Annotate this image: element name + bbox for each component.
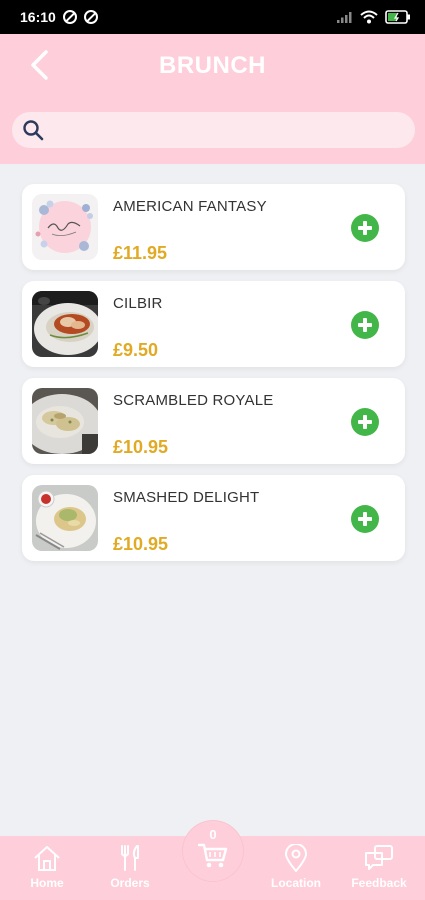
item-image-scrambled-royale: [32, 388, 98, 454]
wifi-icon: [360, 10, 378, 24]
location-pin-icon: [284, 844, 308, 872]
menu-list: AMERICAN FANTASY £11.95 CILBIR £9.50 SCR…: [22, 184, 405, 572]
cart-button[interactable]: 0: [183, 821, 243, 881]
add-to-cart-button[interactable]: [351, 408, 379, 436]
add-to-cart-button[interactable]: [351, 505, 379, 533]
search-input[interactable]: [52, 112, 415, 148]
search-icon: [23, 120, 44, 141]
feedback-chat-icon: [365, 845, 393, 870]
cart-icon: [198, 843, 228, 868]
nav-feedback[interactable]: Feedback: [339, 844, 419, 890]
nav-location[interactable]: Location: [256, 844, 336, 890]
status-bar: 16:10: [0, 0, 425, 34]
item-name: SCRAMBLED ROYALE: [113, 392, 274, 409]
item-image-blu-ivy-logo: [32, 194, 98, 260]
status-time: 16:10: [20, 9, 56, 25]
menu-item-card[interactable]: CILBIR £9.50: [22, 281, 405, 367]
battery-icon: [385, 10, 410, 24]
item-name: AMERICAN FANTASY: [113, 198, 267, 215]
menu-item-card[interactable]: SMASHED DELIGHT £10.95: [22, 475, 405, 561]
item-image-cilbir: [32, 291, 98, 357]
status-right: [337, 10, 411, 24]
item-price: £11.95: [113, 243, 168, 263]
status-left: 16:10: [20, 9, 98, 25]
notification-blocked-icon: [62, 10, 77, 24]
item-price: £10.95: [113, 534, 169, 554]
app-header: BRUNCH: [0, 34, 425, 164]
nav-orders[interactable]: Orders: [90, 844, 170, 890]
item-name: CILBIR: [113, 295, 163, 312]
nav-feedback-label: Feedback: [351, 876, 407, 890]
nav-home-label: Home: [30, 876, 64, 890]
item-price: £9.50: [113, 340, 159, 360]
item-name: SMASHED DELIGHT: [113, 489, 260, 506]
menu-item-card[interactable]: AMERICAN FANTASY £11.95: [22, 184, 405, 270]
menu-item-card[interactable]: SCRAMBLED ROYALE £10.95: [22, 378, 405, 464]
fork-knife-icon: [121, 845, 139, 871]
nav-location-label: Location: [271, 876, 321, 890]
cart-count: 0: [209, 827, 217, 842]
nav-home[interactable]: Home: [7, 844, 87, 890]
add-to-cart-button[interactable]: [351, 214, 379, 242]
item-price: £10.95: [113, 437, 169, 457]
home-icon: [34, 846, 60, 871]
page-title: BRUNCH: [159, 52, 266, 79]
notification-blocked-icon-2: [83, 10, 98, 24]
item-image-smashed-delight: [32, 485, 98, 551]
add-to-cart-button[interactable]: [351, 311, 379, 339]
signal-icon: [337, 12, 352, 23]
search-bar[interactable]: [12, 112, 415, 148]
nav-orders-label: Orders: [110, 876, 150, 890]
